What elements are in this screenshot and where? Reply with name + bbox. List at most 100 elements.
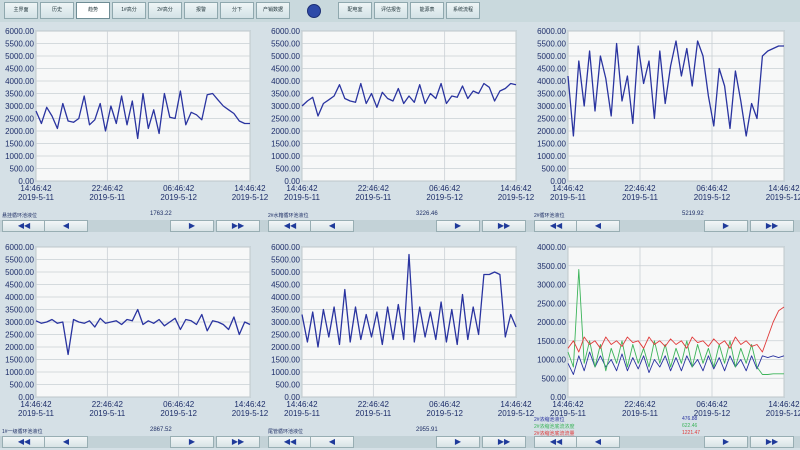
step-back-icon[interactable]: ◀ <box>576 436 620 448</box>
x-tick-date: 2019-5-12 <box>232 193 269 202</box>
x-tick-time: 14:46:42 <box>20 184 52 193</box>
trend-panel-3: 0.00 500.00 1000.00 1500.00 2000.00 2500.00 30… <box>0 240 269 448</box>
y-tick-label: 2500.00 <box>271 115 300 124</box>
y-tick-label: 4500.00 <box>271 65 300 74</box>
trend-tag-label: 2#水箱循环池液位 <box>268 213 309 219</box>
fast-forward-icon[interactable]: ▶▶ <box>482 220 526 232</box>
rewind-icon[interactable]: ◀◀ <box>2 220 46 232</box>
toolbar-button-7[interactable]: 产销数据 <box>256 2 290 19</box>
y-tick-label: 6000.00 <box>537 27 566 36</box>
step-forward-icon[interactable]: ▶ <box>704 436 748 448</box>
toolbar-button-3[interactable]: 1#高分 <box>112 2 146 19</box>
x-tick-time: 14:46:42 <box>286 400 318 409</box>
x-tick-time: 14:46:42 <box>552 184 584 193</box>
y-tick-label: 500.00 <box>276 165 301 174</box>
y-tick-label: 500.00 <box>542 374 567 383</box>
y-tick-label: 1000.00 <box>5 368 34 377</box>
toolbar-button-0[interactable]: 主界面 <box>4 2 38 19</box>
y-tick-label: 3000.00 <box>271 318 300 327</box>
rewind-icon[interactable]: ◀◀ <box>268 436 312 448</box>
x-tick-date: 2019-5-11 <box>355 409 391 418</box>
fast-forward-icon[interactable]: ▶▶ <box>216 220 260 232</box>
y-tick-label: 1000.00 <box>537 152 566 161</box>
trend-current-value: 2867.52 <box>150 427 172 433</box>
y-tick-label: 4500.00 <box>537 65 566 74</box>
y-tick-label: 5000.00 <box>271 52 300 61</box>
y-tick-label: 2500.00 <box>271 331 300 340</box>
fast-forward-icon[interactable]: ▶▶ <box>482 436 526 448</box>
fast-forward-icon[interactable]: ▶▶ <box>216 436 260 448</box>
toolbar-button-1[interactable]: 历史 <box>40 2 74 19</box>
y-tick-label: 500.00 <box>542 165 567 174</box>
toolbar-right-button-0[interactable]: 配电室 <box>338 2 372 19</box>
step-back-icon[interactable]: ◀ <box>576 220 620 232</box>
toolbar-button-2[interactable]: 趋势 <box>76 2 110 19</box>
y-tick-label: 3500.00 <box>537 90 566 99</box>
trend-tag-label: 悬挂循环池液位 <box>2 213 38 219</box>
toolbar-button-4[interactable]: 2#高分 <box>148 2 182 19</box>
trend-nav-bar: ◀◀ ◀ ▶ ▶▶ <box>266 436 532 448</box>
trend-current-value: 1763.22 <box>150 211 172 217</box>
trend-chart-4: 0.00500.001000.001500.002000.002500.0030… <box>271 243 535 418</box>
y-tick-label: 500.00 <box>10 381 35 390</box>
x-tick-date: 2019-5-12 <box>232 409 269 418</box>
top-toolbar: 主界面 历史 趋势 1#高分 2#高分 报警 分下 产销数据 配电室 评估报告 能源表 系统流程 <box>0 0 800 22</box>
step-back-icon[interactable]: ◀ <box>44 436 88 448</box>
step-back-icon[interactable]: ◀ <box>310 436 354 448</box>
step-forward-icon[interactable]: ▶ <box>704 220 748 232</box>
x-tick-time: 06:46:42 <box>696 400 728 409</box>
fast-forward-icon[interactable]: ▶▶ <box>750 436 794 448</box>
y-tick-label: 1000.00 <box>271 152 300 161</box>
fast-forward-icon[interactable]: ▶▶ <box>750 220 794 232</box>
y-tick-label: 2000.00 <box>5 127 34 136</box>
y-tick-label: 6000.00 <box>5 243 34 252</box>
legend-series-value: 476.88 <box>682 416 698 422</box>
y-tick-label: 2500.00 <box>537 299 566 308</box>
y-tick-label: 3500.00 <box>537 262 566 271</box>
x-tick-date: 2019-5-11 <box>89 193 125 202</box>
rewind-icon[interactable]: ◀◀ <box>534 220 578 232</box>
trend-chart-2: 0.00500.001000.001500.002000.002500.0030… <box>537 27 800 202</box>
y-tick-label: 5000.00 <box>271 268 300 277</box>
y-tick-label: 1500.00 <box>537 140 566 149</box>
y-tick-label: 2500.00 <box>537 115 566 124</box>
toolbar-right-button-3[interactable]: 系统流程 <box>446 2 480 19</box>
x-tick-time: 14:46:42 <box>500 400 532 409</box>
y-tick-label: 2500.00 <box>5 331 34 340</box>
toolbar-right-button-2[interactable]: 能源表 <box>410 2 444 19</box>
step-forward-icon[interactable]: ▶ <box>170 436 214 448</box>
y-tick-label: 5000.00 <box>5 268 34 277</box>
rewind-icon[interactable]: ◀◀ <box>534 436 578 448</box>
toolbar-button-6[interactable]: 分下 <box>220 2 254 19</box>
step-back-icon[interactable]: ◀ <box>310 220 354 232</box>
rewind-icon[interactable]: ◀◀ <box>2 436 46 448</box>
y-tick-label: 3500.00 <box>271 306 300 315</box>
trend-current-value: 5219.92 <box>682 211 704 217</box>
y-tick-label: 1500.00 <box>5 140 34 149</box>
step-forward-icon[interactable]: ▶ <box>436 220 480 232</box>
y-tick-label: 2000.00 <box>537 318 566 327</box>
trend-nav-bar: ◀◀ ◀ ▶ ▶▶ <box>532 220 800 232</box>
step-forward-icon[interactable]: ▶ <box>436 436 480 448</box>
x-tick-date: 2019-5-12 <box>426 193 463 202</box>
x-tick-time: 22:46:42 <box>92 400 124 409</box>
x-tick-time: 14:46:42 <box>552 400 584 409</box>
step-forward-icon[interactable]: ▶ <box>170 220 214 232</box>
x-tick-date: 2019-5-12 <box>498 409 535 418</box>
x-tick-date: 2019-5-12 <box>694 193 731 202</box>
y-tick-label: 3500.00 <box>5 90 34 99</box>
y-tick-label: 500.00 <box>276 381 301 390</box>
x-tick-date: 2019-5-11 <box>622 409 658 418</box>
x-tick-date: 2019-5-11 <box>355 193 391 202</box>
step-back-icon[interactable]: ◀ <box>44 220 88 232</box>
x-tick-date: 2019-5-12 <box>694 409 731 418</box>
rewind-icon[interactable]: ◀◀ <box>268 220 312 232</box>
toolbar-button-5[interactable]: 报警 <box>184 2 218 19</box>
toolbar-right-button-1[interactable]: 评估报告 <box>374 2 408 19</box>
y-tick-label: 3000.00 <box>537 281 566 290</box>
trend-current-value: 3226.46 <box>416 211 438 217</box>
x-tick-date: 2019-5-12 <box>766 193 800 202</box>
x-tick-time: 06:46:42 <box>429 400 461 409</box>
status-indicator <box>307 4 321 18</box>
y-tick-label: 2000.00 <box>271 127 300 136</box>
